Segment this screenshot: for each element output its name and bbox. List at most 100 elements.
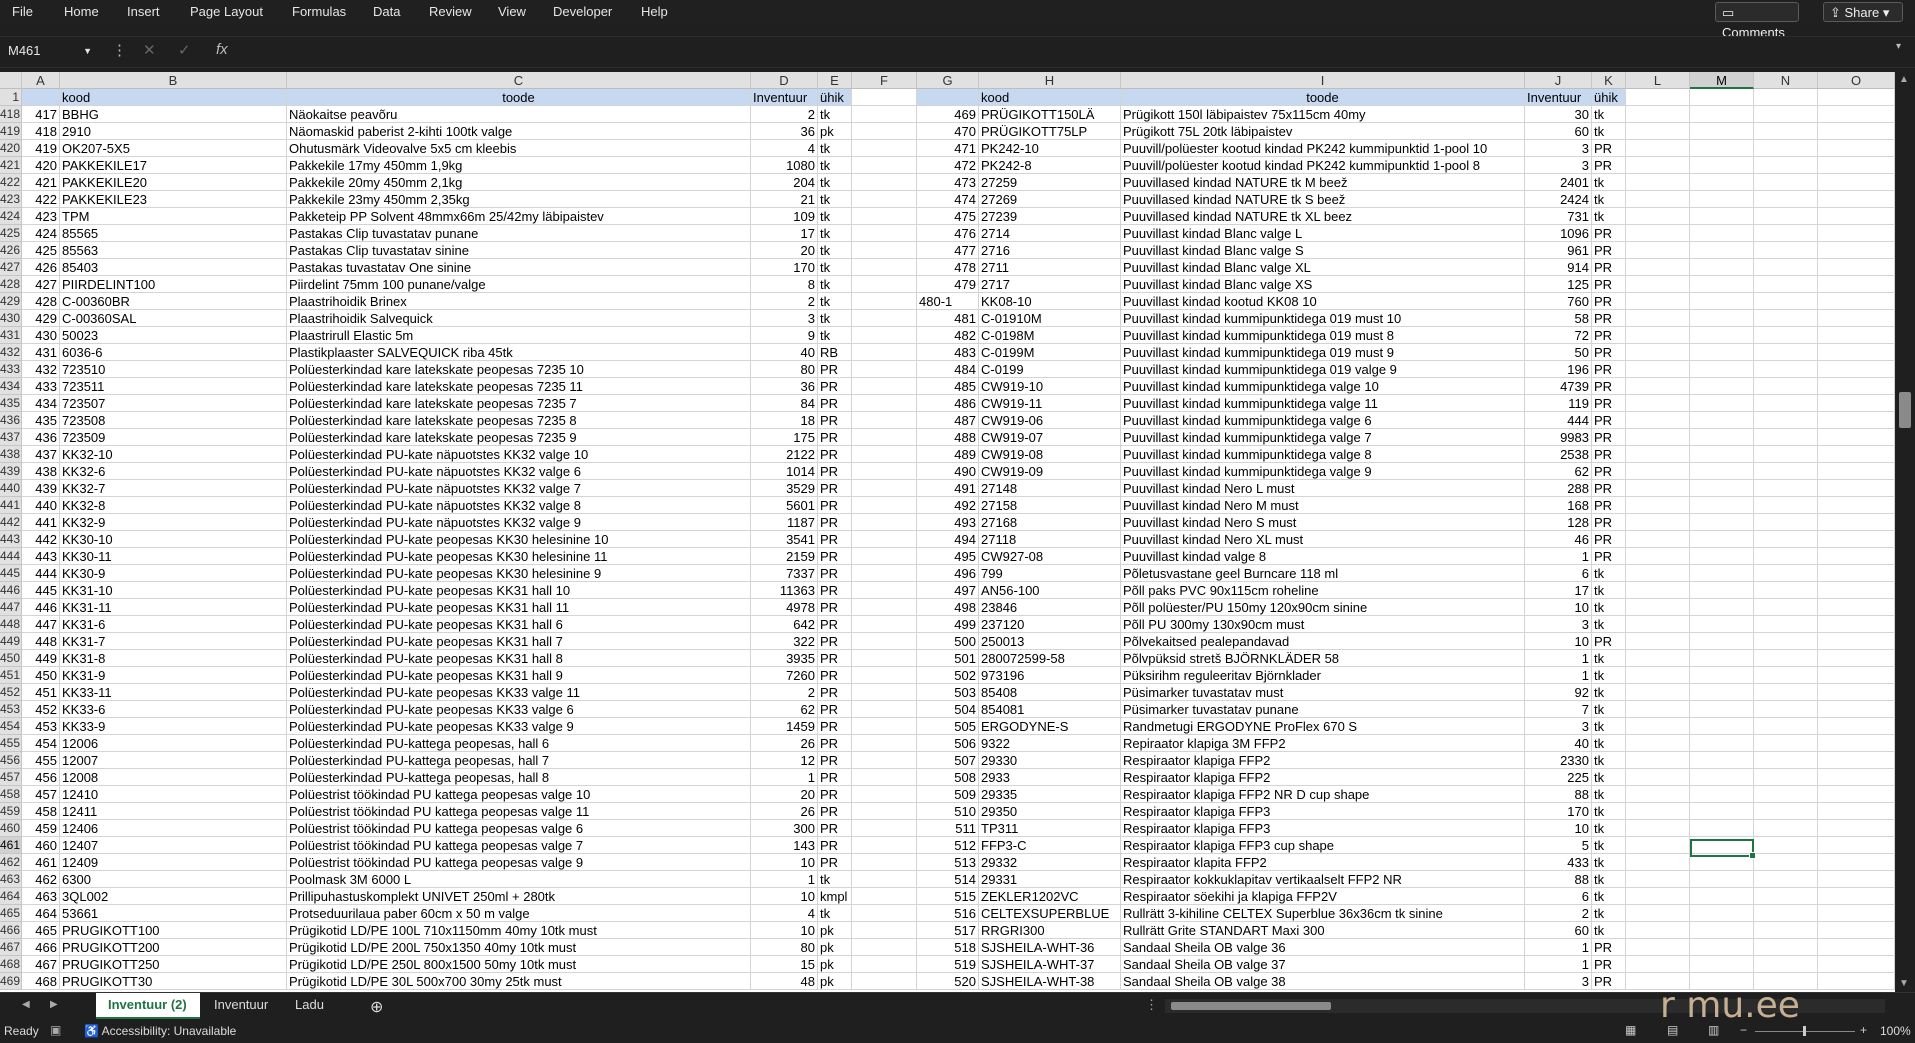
code-cell[interactable]: PRÜGIKOTT150LÄ: [979, 106, 1121, 123]
unit-cell[interactable]: tk: [1592, 667, 1626, 684]
row-header[interactable]: 430: [0, 310, 22, 327]
unit-cell[interactable]: PR: [818, 752, 852, 769]
code-cell[interactable]: KK32-8: [60, 497, 287, 514]
unit-cell[interactable]: PR: [818, 633, 852, 650]
quantity-cell[interactable]: 1: [1525, 548, 1592, 565]
share-button[interactable]: ⇪ Share ▾: [1823, 2, 1903, 22]
cell[interactable]: [1690, 667, 1754, 684]
cell[interactable]: [852, 939, 917, 956]
table-header-cell[interactable]: kood: [979, 89, 1121, 106]
cell[interactable]: [1754, 174, 1818, 191]
row-number-cell[interactable]: 430: [22, 327, 60, 344]
cell[interactable]: [1690, 361, 1754, 378]
cell[interactable]: [1754, 786, 1818, 803]
cell[interactable]: [1626, 361, 1690, 378]
cell[interactable]: [1818, 446, 1895, 463]
cell[interactable]: [1690, 378, 1754, 395]
quantity-cell[interactable]: 175: [751, 429, 818, 446]
unit-cell[interactable]: PR: [1592, 242, 1626, 259]
cell[interactable]: [1690, 157, 1754, 174]
row-number-cell[interactable]: 468: [22, 973, 60, 990]
row-header[interactable]: 445: [0, 565, 22, 582]
unit-cell[interactable]: tk: [818, 259, 852, 276]
name-box[interactable]: M461 ▼: [4, 40, 96, 62]
quantity-cell[interactable]: 15: [751, 956, 818, 973]
code-cell[interactable]: PIIRDELINT100: [60, 276, 287, 293]
cell[interactable]: [1690, 514, 1754, 531]
quantity-cell[interactable]: 46: [1525, 531, 1592, 548]
unit-cell[interactable]: PR: [818, 565, 852, 582]
code-cell[interactable]: 12407: [60, 837, 287, 854]
product-cell[interactable]: Puuvillast kindad kummipunktidega valge …: [1121, 429, 1525, 446]
code-cell[interactable]: 723510: [60, 361, 287, 378]
unit-cell[interactable]: PR: [1592, 463, 1626, 480]
quantity-cell[interactable]: 36: [751, 378, 818, 395]
cell[interactable]: [852, 412, 917, 429]
cell[interactable]: [1818, 633, 1895, 650]
cell[interactable]: [1626, 786, 1690, 803]
row-number-cell[interactable]: 457: [22, 786, 60, 803]
row-header[interactable]: 436: [0, 412, 22, 429]
unit-cell[interactable]: PR: [818, 378, 852, 395]
quantity-cell[interactable]: 3: [1525, 718, 1592, 735]
cell[interactable]: [1690, 123, 1754, 140]
row-number-cell[interactable]: 505: [917, 718, 979, 735]
quantity-cell[interactable]: 196: [1525, 361, 1592, 378]
more-icon[interactable]: ⋮: [1145, 997, 1158, 1013]
product-cell[interactable]: Respiraator klapiga FFP2: [1121, 752, 1525, 769]
product-cell[interactable]: Puuvillast kindad Blanc valge XL: [1121, 259, 1525, 276]
row-header[interactable]: 455: [0, 735, 22, 752]
unit-cell[interactable]: PR: [818, 463, 852, 480]
zoom-slider[interactable]: [1755, 1026, 1855, 1036]
code-cell[interactable]: OK207-5X5: [60, 140, 287, 157]
row-header[interactable]: 426: [0, 242, 22, 259]
unit-cell[interactable]: tk: [1592, 650, 1626, 667]
cell[interactable]: [1690, 174, 1754, 191]
product-cell[interactable]: Puuvillast kindad kummipunktidega valge …: [1121, 412, 1525, 429]
row-number-cell[interactable]: 502: [917, 667, 979, 684]
product-cell[interactable]: Polüesterkindad kare latekskate peopesas…: [287, 429, 751, 446]
cell[interactable]: [1818, 939, 1895, 956]
row-header[interactable]: 422: [0, 174, 22, 191]
unit-cell[interactable]: PR: [818, 531, 852, 548]
row-number-cell[interactable]: 426: [22, 259, 60, 276]
row-header[interactable]: 467: [0, 939, 22, 956]
row-number-cell[interactable]: 482: [917, 327, 979, 344]
quantity-cell[interactable]: 170: [1525, 803, 1592, 820]
code-cell[interactable]: 2933: [979, 769, 1121, 786]
cell[interactable]: [1626, 803, 1690, 820]
code-cell[interactable]: PRUGIKOTT100: [60, 922, 287, 939]
unit-cell[interactable]: PR: [1592, 548, 1626, 565]
column-header-l[interactable]: L: [1626, 72, 1690, 89]
quantity-cell[interactable]: 170: [751, 259, 818, 276]
row-number-cell[interactable]: 499: [917, 616, 979, 633]
spreadsheet-grid[interactable]: ABCDEFGHIJKLMNO 1 kood toode Inventuur ühik k…: [0, 72, 1895, 992]
table-header-cell[interactable]: toode: [287, 89, 751, 106]
code-cell[interactable]: 2711: [979, 259, 1121, 276]
row-number-cell[interactable]: 419: [22, 140, 60, 157]
product-cell[interactable]: Puuvill/polüester kootud kindad PK242 ku…: [1121, 157, 1525, 174]
row-number-cell[interactable]: 447: [22, 616, 60, 633]
cell[interactable]: [1690, 803, 1754, 820]
product-cell[interactable]: Näomaskid paberist 2-kihti 100tk valge: [287, 123, 751, 140]
cell[interactable]: [1626, 123, 1690, 140]
unit-cell[interactable]: PR: [1592, 157, 1626, 174]
unit-cell[interactable]: tk: [1592, 905, 1626, 922]
unit-cell[interactable]: PR: [818, 480, 852, 497]
cell[interactable]: [1818, 361, 1895, 378]
row-number-cell[interactable]: 473: [917, 174, 979, 191]
row-number-cell[interactable]: 483: [917, 344, 979, 361]
cell[interactable]: [852, 514, 917, 531]
tab-inventuur-2[interactable]: Inventuur (2): [96, 993, 200, 1019]
cell[interactable]: [1626, 276, 1690, 293]
code-cell[interactable]: 250013: [979, 633, 1121, 650]
code-cell[interactable]: KK30-9: [60, 565, 287, 582]
row-number-cell[interactable]: 514: [917, 871, 979, 888]
row-number-cell[interactable]: 480-1: [917, 293, 979, 310]
quantity-cell[interactable]: 444: [1525, 412, 1592, 429]
row-number-cell[interactable]: 477: [917, 242, 979, 259]
quantity-cell[interactable]: 760: [1525, 293, 1592, 310]
code-cell[interactable]: 27259: [979, 174, 1121, 191]
code-cell[interactable]: 2910: [60, 123, 287, 140]
cell[interactable]: [852, 701, 917, 718]
